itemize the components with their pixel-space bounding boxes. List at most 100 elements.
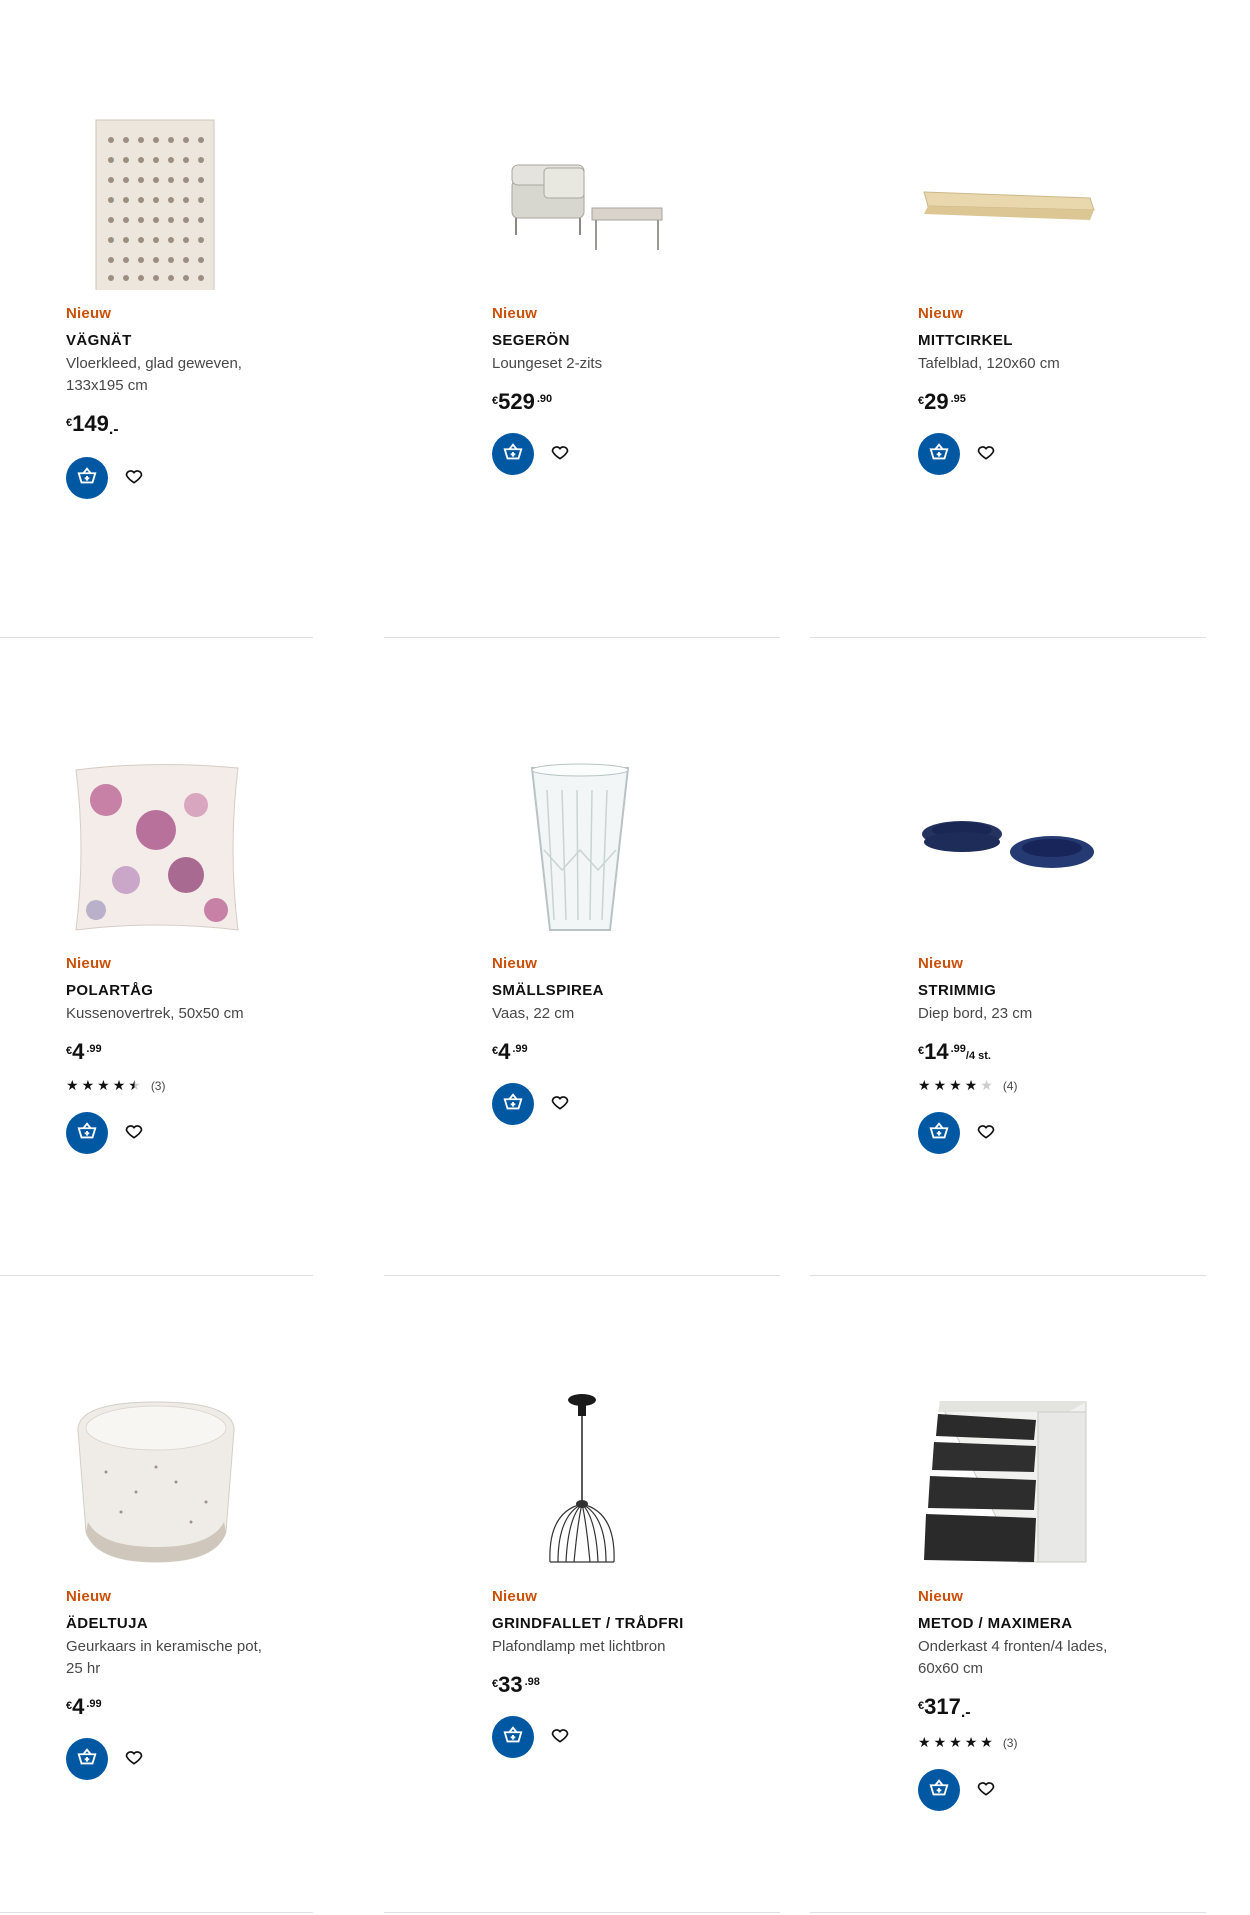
row-divider	[0, 1912, 313, 1913]
star-icon: ★	[112, 1077, 126, 1093]
rating-stars: ★ ★ ★ ★ ★	[918, 1077, 993, 1094]
product-card[interactable]: Nieuw STRIMMIG Diep bord, 23 cm € 14 .99…	[918, 740, 1248, 1160]
product-description: Vaas, 22 cm	[492, 1005, 575, 1022]
product-image-candle[interactable]	[66, 1392, 246, 1572]
price-integer: 4	[498, 1039, 511, 1064]
product-card[interactable]: Nieuw VÄGNÄT Vloerkleed, glad geweven, 1…	[66, 100, 396, 520]
product-image-cushion-cover[interactable]	[66, 760, 246, 940]
product-card[interactable]: Nieuw METOD / MAXIMERA Onderkast 4 front…	[918, 1378, 1248, 1811]
add-to-cart-button[interactable]	[66, 457, 108, 499]
product-description: Plafondlamp met lichtbron	[492, 1638, 666, 1655]
product-price: € 29 .95	[918, 389, 1118, 415]
add-to-cart-icon	[76, 1746, 98, 1773]
favourite-button[interactable]	[542, 436, 578, 472]
product-name[interactable]: METOD / MAXIMERA	[918, 1615, 1118, 1632]
product-image-base-cabinet[interactable]	[918, 1392, 1098, 1572]
product-actions	[918, 1112, 1118, 1154]
price-decimals: .98	[524, 1676, 540, 1688]
heart-icon	[976, 1778, 996, 1803]
price-integer: 14	[924, 1039, 949, 1064]
favourite-button[interactable]	[968, 1772, 1004, 1808]
product-card[interactable]: Nieuw MITTCIRKEL Tafelblad, 120x60 cm € …	[918, 100, 1248, 520]
favourite-button[interactable]	[116, 1741, 152, 1777]
favourite-button[interactable]	[116, 1115, 152, 1151]
new-badge: Nieuw	[66, 955, 112, 972]
product-actions	[66, 1112, 266, 1154]
heart-icon	[124, 1747, 144, 1772]
add-to-cart-icon	[928, 441, 950, 468]
star-icon: ★	[918, 1077, 931, 1093]
product-image-vase[interactable]	[492, 760, 672, 940]
product-info: Nieuw SEGERÖN Loungeset 2-zits € 529 .90	[492, 305, 692, 475]
new-badge: Nieuw	[492, 1588, 538, 1605]
row-divider	[384, 1275, 780, 1276]
product-image-tabletop[interactable]	[918, 110, 1098, 290]
product-price: € 4 .99	[66, 1694, 266, 1720]
add-to-cart-button[interactable]	[918, 433, 960, 475]
product-card[interactable]: Nieuw ÄDELTUJA Geurkaars in keramische p…	[66, 1378, 396, 1798]
product-rating[interactable]: ★ ★ ★ ★ ★ (3)	[918, 1734, 1118, 1751]
add-to-cart-button[interactable]	[66, 1738, 108, 1780]
product-price: € 149 .-	[66, 411, 266, 439]
add-to-cart-button[interactable]	[918, 1769, 960, 1811]
product-card[interactable]: Nieuw SMÄLLSPIREA Vaas, 22 cm € 4 .99	[492, 740, 822, 1160]
product-name[interactable]: SEGERÖN	[492, 332, 692, 349]
price-integer: 4	[72, 1039, 85, 1064]
heart-icon	[124, 1121, 144, 1146]
add-to-cart-icon	[502, 1091, 524, 1118]
new-badge: Nieuw	[918, 1588, 964, 1605]
favourite-button[interactable]	[542, 1719, 578, 1755]
favourite-button[interactable]	[968, 436, 1004, 472]
product-card[interactable]: Nieuw GRINDFALLET / TRÅDFRI Plafondlamp …	[492, 1378, 822, 1798]
add-to-cart-button[interactable]	[918, 1112, 960, 1154]
row-divider	[810, 1912, 1206, 1913]
product-actions	[918, 1769, 1118, 1811]
product-rating[interactable]: ★ ★ ★ ★ ★ (4)	[918, 1077, 1118, 1094]
product-name[interactable]: POLARTÅG	[66, 982, 266, 999]
favourite-button[interactable]	[968, 1115, 1004, 1151]
add-to-cart-icon	[502, 1724, 524, 1751]
product-actions	[66, 1738, 266, 1780]
product-name[interactable]: VÄGNÄT	[66, 332, 266, 349]
new-badge: Nieuw	[492, 955, 538, 972]
product-rating[interactable]: ★ ★ ★ ★ ★ (3)	[66, 1077, 266, 1094]
price-unit: /4 st.	[965, 1050, 991, 1062]
product-name[interactable]: STRIMMIG	[918, 982, 1118, 999]
price-decimals: .99	[86, 1698, 102, 1710]
product-description: Vloerkleed, glad geweven, 133x195 cm	[66, 355, 242, 394]
row-divider	[384, 637, 780, 638]
product-card[interactable]: Nieuw SEGERÖN Loungeset 2-zits € 529 .90	[492, 100, 822, 520]
product-price: € 529 .90	[492, 389, 692, 415]
star-empty-icon: ★	[980, 1077, 993, 1093]
product-name[interactable]: SMÄLLSPIREA	[492, 982, 692, 999]
product-image-rug[interactable]	[66, 110, 246, 293]
heart-icon	[976, 1121, 996, 1146]
product-description: Loungeset 2-zits	[492, 355, 603, 372]
favourite-button[interactable]	[542, 1086, 578, 1122]
row-divider	[384, 1912, 780, 1913]
star-icon: ★	[964, 1734, 978, 1750]
new-badge: Nieuw	[918, 305, 964, 322]
price-decimals: .95	[950, 393, 966, 405]
product-card[interactable]: Nieuw POLARTÅG Kussenovertrek, 50x50 cm …	[66, 740, 396, 1160]
product-info: Nieuw ÄDELTUJA Geurkaars in keramische p…	[66, 1588, 266, 1780]
add-to-cart-button[interactable]	[492, 1716, 534, 1758]
add-to-cart-icon	[928, 1777, 950, 1804]
price-decimals: .99	[512, 1043, 528, 1055]
star-half-icon: ★	[128, 1077, 141, 1093]
product-image-loungeset[interactable]	[492, 110, 672, 290]
add-to-cart-button[interactable]	[66, 1112, 108, 1154]
product-info: Nieuw MITTCIRKEL Tafelblad, 120x60 cm € …	[918, 305, 1118, 475]
price-integer: 149	[72, 411, 109, 436]
product-name[interactable]: MITTCIRKEL	[918, 332, 1118, 349]
product-description: Kussenovertrek, 50x50 cm	[66, 1005, 244, 1022]
product-name[interactable]: ÄDELTUJA	[66, 1615, 266, 1632]
product-info: Nieuw METOD / MAXIMERA Onderkast 4 front…	[918, 1588, 1118, 1811]
price-suffix: .-	[108, 421, 119, 438]
add-to-cart-button[interactable]	[492, 1083, 534, 1125]
product-image-pendant-lamp[interactable]	[492, 1392, 672, 1572]
favourite-button[interactable]	[116, 460, 152, 496]
product-image-deep-plate[interactable]	[918, 760, 1098, 940]
product-name[interactable]: GRINDFALLET / TRÅDFRI	[492, 1615, 692, 1632]
add-to-cart-button[interactable]	[492, 433, 534, 475]
